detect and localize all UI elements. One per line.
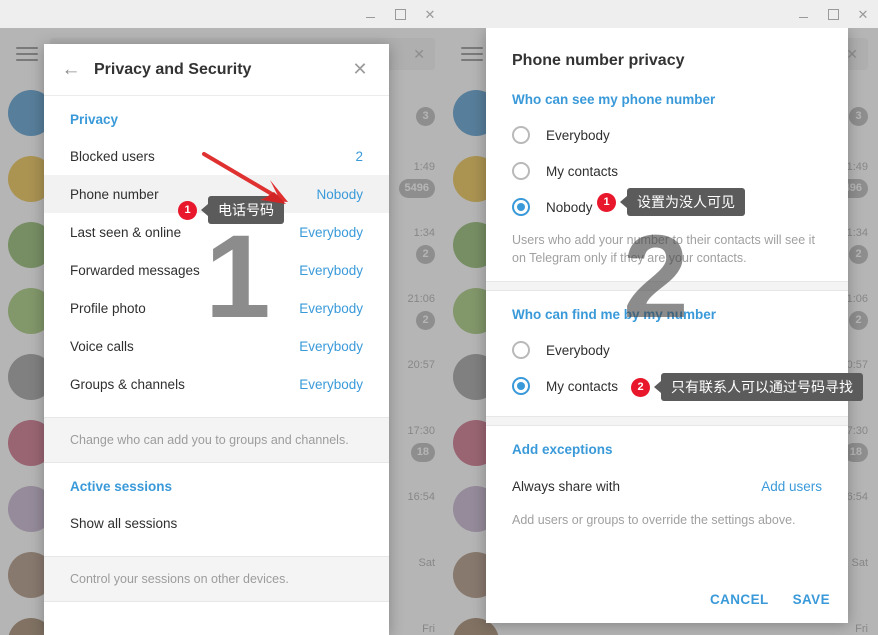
privacy-row[interactable]: Groups & channels Everybody: [44, 365, 389, 403]
privacy-row-value: Nobody: [316, 186, 363, 202]
tooltip-pointer-icon: [201, 204, 208, 216]
add-users-button[interactable]: Add users: [761, 479, 822, 494]
section-divider-2: [486, 416, 848, 427]
always-share-row[interactable]: Always share with Add users: [486, 467, 848, 505]
radio-option-label: Nobody: [546, 199, 593, 215]
radio-option-label: My contacts: [546, 163, 619, 179]
sessions-hint: Control your sessions on other devices.: [44, 556, 389, 602]
sessions-section: Active sessions Show all sessions: [44, 463, 389, 556]
step-number-1: 1: [205, 211, 271, 343]
privacy-row-label: Voice calls: [70, 338, 134, 354]
dialog-title-wrap: Phone number privacy: [486, 28, 848, 76]
maximize-icon[interactable]: [818, 0, 848, 28]
screen-root: ✕ Search ✕ e...31:4954961:34221:06220:57…: [0, 0, 878, 635]
radio-option-label: Everybody: [546, 127, 610, 143]
tooltip-pointer-icon: [654, 381, 661, 393]
minimize-icon[interactable]: [355, 0, 385, 28]
close-icon[interactable]: ✕: [415, 0, 445, 28]
privacy-row-label: Phone number: [70, 186, 159, 202]
privacy-row-value: Everybody: [299, 262, 363, 278]
tooltip-badge-number: 1: [178, 200, 197, 220]
close-icon[interactable]: ✕: [347, 57, 373, 83]
dialog-footer: CANCEL SAVE: [710, 592, 830, 607]
dialog-title: Phone number privacy: [512, 52, 685, 69]
radio-option-my-contacts[interactable]: My contacts: [486, 153, 848, 189]
tooltip-badge-number: 2: [631, 377, 650, 397]
privacy-row-label: Blocked users: [70, 148, 155, 164]
tooltip-text: 电话号码: [208, 196, 284, 224]
show-all-sessions-row[interactable]: Show all sessions: [44, 504, 389, 542]
who-can-see-title: Who can see my phone number: [512, 92, 716, 107]
privacy-row[interactable]: Blocked users 2: [44, 137, 389, 175]
groups-hint-text: Change who can add you to groups and cha…: [70, 433, 349, 447]
privacy-row-label: Forwarded messages: [70, 262, 200, 278]
step-number-2: 2: [623, 211, 689, 343]
privacy-section-title: Privacy: [70, 112, 119, 127]
maximize-icon[interactable]: [385, 0, 415, 28]
right-titlebar: ✕: [445, 0, 878, 28]
radio-button-icon[interactable]: [512, 341, 530, 360]
privacy-row-label: Last seen & online: [70, 224, 182, 240]
radio-option-label: My contacts: [546, 378, 619, 394]
cancel-button[interactable]: CANCEL: [710, 592, 769, 607]
panel-header: ← Privacy and Security ✕: [44, 44, 389, 96]
privacy-row-value: Everybody: [299, 376, 363, 392]
privacy-row-value: Everybody: [299, 338, 363, 354]
add-exceptions-title: Add exceptions: [512, 442, 613, 458]
exceptions-hint: Add users or groups to override the sett…: [512, 513, 796, 528]
tooltip-badge-number: 1: [597, 192, 616, 212]
radio-button-icon[interactable]: [512, 126, 530, 144]
privacy-row-value: 2: [355, 148, 363, 164]
page-title: Privacy and Security: [94, 60, 252, 78]
tooltip-pointer-icon: [620, 196, 627, 208]
back-arrow-icon[interactable]: ←: [58, 57, 84, 83]
radio-button-icon[interactable]: [512, 377, 530, 396]
left-titlebar: ✕: [0, 0, 445, 28]
radio-button-icon[interactable]: [512, 198, 530, 216]
privacy-row-label: Groups & channels: [70, 376, 185, 392]
tooltip-my-contacts: 2 只有联系人可以通过号码寻找: [631, 373, 863, 401]
radio-option-label: Everybody: [546, 342, 610, 358]
privacy-row-label: Profile photo: [70, 300, 146, 316]
radio-button-icon[interactable]: [512, 162, 530, 180]
left-window: ✕ Search ✕ e...31:4954961:34221:06220:57…: [0, 0, 445, 635]
close-icon[interactable]: ✕: [848, 0, 878, 28]
groups-hint: Change who can add you to groups and cha…: [44, 417, 389, 463]
radio-option-everybody[interactable]: Everybody: [486, 117, 848, 153]
save-button[interactable]: SAVE: [793, 592, 830, 607]
tooltip-phone-number: 1 电话号码: [178, 196, 284, 224]
right-window: ✕ Search ✕ e...31:4954961:34221:06220:57…: [445, 0, 878, 635]
tooltip-text: 设置为没人可见: [627, 188, 745, 216]
tooltip-nobody: 1 设置为没人可见: [597, 188, 745, 216]
show-all-sessions-label: Show all sessions: [70, 515, 178, 531]
always-share-label: Always share with: [512, 478, 621, 494]
sessions-hint-text: Control your sessions on other devices.: [70, 572, 289, 586]
tooltip-text: 只有联系人可以通过号码寻找: [661, 373, 863, 401]
privacy-row-value: Everybody: [299, 300, 363, 316]
active-sessions-title[interactable]: Active sessions: [44, 463, 389, 504]
privacy-row-value: Everybody: [299, 224, 363, 240]
minimize-icon[interactable]: [788, 0, 818, 28]
